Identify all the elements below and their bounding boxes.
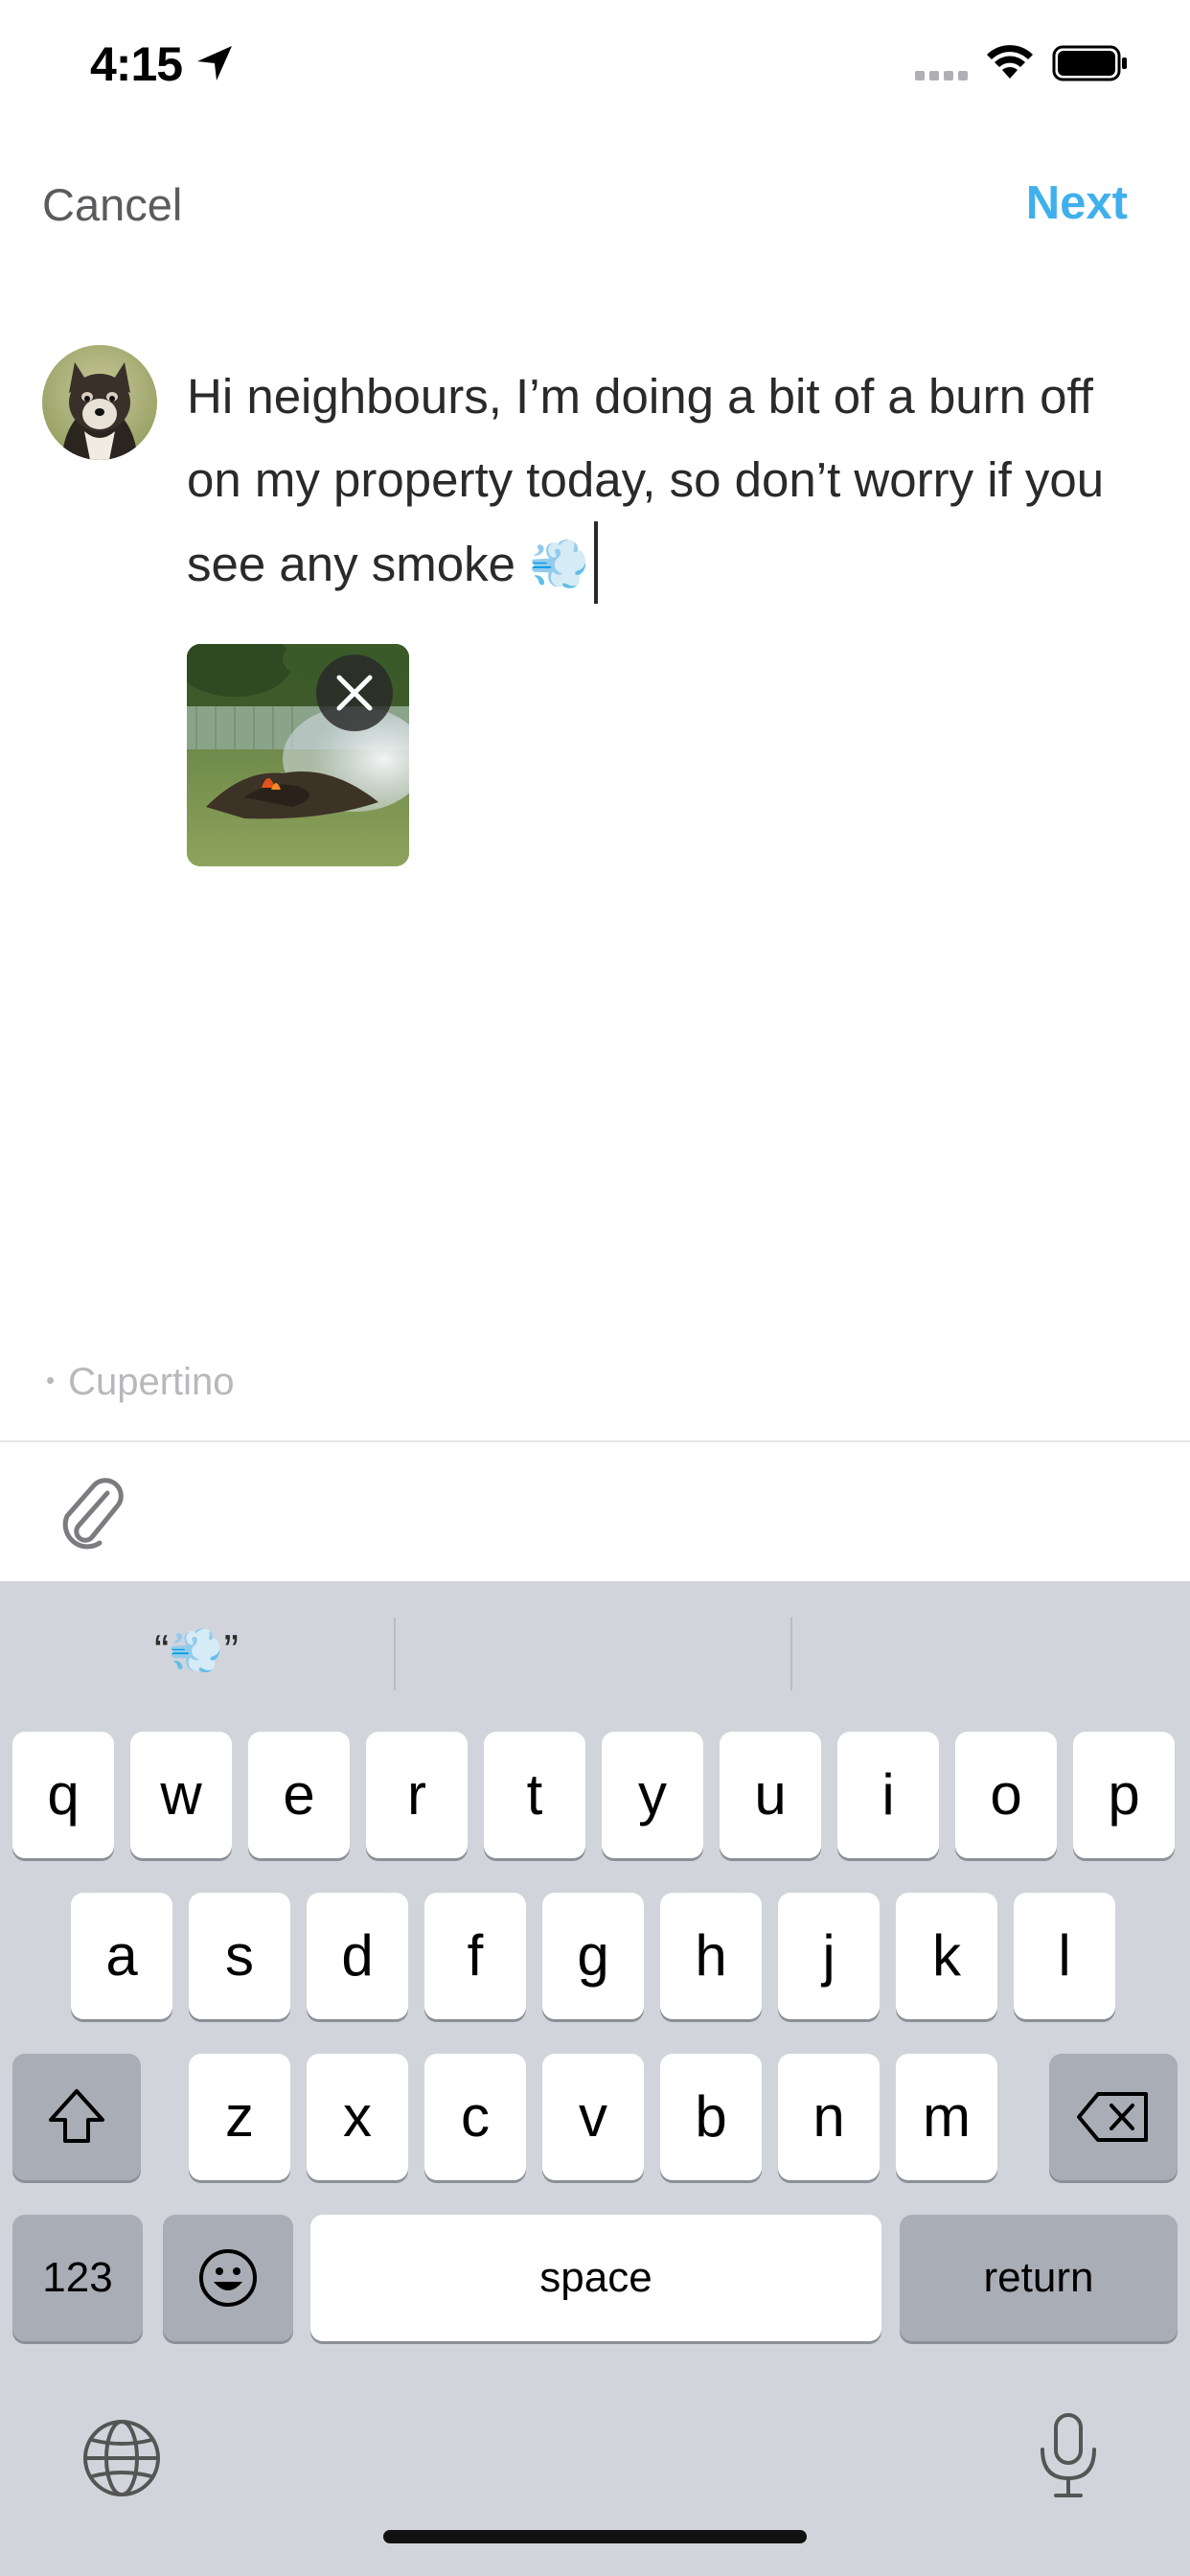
delete-key[interactable] — [1049, 2054, 1178, 2180]
microphone-icon[interactable] — [1035, 2411, 1102, 2501]
status-bar: 4:15 — [0, 0, 1190, 125]
emoji-icon — [199, 2249, 257, 2307]
cancel-button[interactable]: Cancel — [42, 178, 182, 231]
shift-key[interactable] — [12, 2054, 141, 2180]
home-indicator[interactable] — [383, 2530, 807, 2543]
key-l[interactable]: l — [1014, 1893, 1115, 2019]
numbers-key[interactable]: 123 — [12, 2215, 143, 2341]
key-m[interactable]: m — [896, 2054, 997, 2180]
key-x[interactable]: x — [307, 2054, 408, 2180]
key-a[interactable]: a — [71, 1893, 172, 2019]
location-text: Cupertino — [68, 1361, 235, 1403]
key-u[interactable]: u — [720, 1732, 821, 1858]
suggestion-divider — [394, 1618, 396, 1690]
space-key[interactable]: space — [310, 2215, 881, 2341]
key-v[interactable]: v — [542, 2054, 644, 2180]
location-label[interactable]: • Cupertino — [46, 1361, 235, 1404]
status-time: 4:15 — [90, 37, 183, 91]
key-r[interactable]: r — [366, 1732, 468, 1858]
return-key[interactable]: return — [900, 2215, 1178, 2341]
wifi-icon — [987, 45, 1033, 79]
text-caret — [593, 521, 598, 604]
key-p[interactable]: p — [1073, 1732, 1175, 1858]
divider — [0, 1440, 1190, 1442]
signal-icon — [915, 71, 968, 80]
location-dot: • — [46, 1366, 56, 1394]
key-n[interactable]: n — [778, 2054, 880, 2180]
post-text-content: Hi neighbours, I’m doing a bit of a burn… — [187, 369, 1105, 591]
paperclip-icon[interactable] — [57, 1476, 126, 1552]
globe-icon[interactable] — [80, 2417, 163, 2499]
next-button[interactable]: Next — [1026, 176, 1128, 230]
battery-icon — [1052, 45, 1127, 81]
post-text-field[interactable]: Hi neighbours, I’m doing a bit of a burn… — [187, 355, 1107, 606]
remove-photo-button[interactable] — [316, 655, 393, 731]
suggestion-3[interactable] — [795, 1624, 1179, 1691]
keyboard: “💨” q w e r t y u i o p a s d f g h j k … — [0, 1581, 1190, 2576]
shift-icon — [49, 2089, 104, 2143]
key-c[interactable]: c — [424, 2054, 526, 2180]
emoji-key[interactable] — [163, 2215, 293, 2341]
close-icon — [336, 675, 373, 711]
key-w[interactable]: w — [130, 1732, 232, 1858]
key-e[interactable]: e — [248, 1732, 350, 1858]
key-b[interactable]: b — [660, 2054, 762, 2180]
delete-icon — [1077, 2092, 1148, 2142]
key-j[interactable]: j — [778, 1893, 880, 2019]
suggestion-divider — [790, 1618, 792, 1690]
key-t[interactable]: t — [484, 1732, 585, 1858]
key-i[interactable]: i — [837, 1732, 939, 1858]
key-z[interactable]: z — [189, 2054, 290, 2180]
key-k[interactable]: k — [896, 1893, 997, 2019]
avatar — [42, 345, 157, 460]
key-s[interactable]: s — [189, 1893, 290, 2019]
key-o[interactable]: o — [955, 1732, 1057, 1858]
key-y[interactable]: y — [602, 1732, 703, 1858]
key-d[interactable]: d — [307, 1893, 408, 2019]
suggestion-2[interactable] — [402, 1624, 786, 1691]
key-f[interactable]: f — [424, 1893, 526, 2019]
location-arrow-icon — [197, 46, 232, 80]
key-q[interactable]: q — [12, 1732, 114, 1858]
suggestion-1[interactable]: “💨” — [57, 1624, 335, 1691]
key-g[interactable]: g — [542, 1893, 644, 2019]
key-h[interactable]: h — [660, 1893, 762, 2019]
